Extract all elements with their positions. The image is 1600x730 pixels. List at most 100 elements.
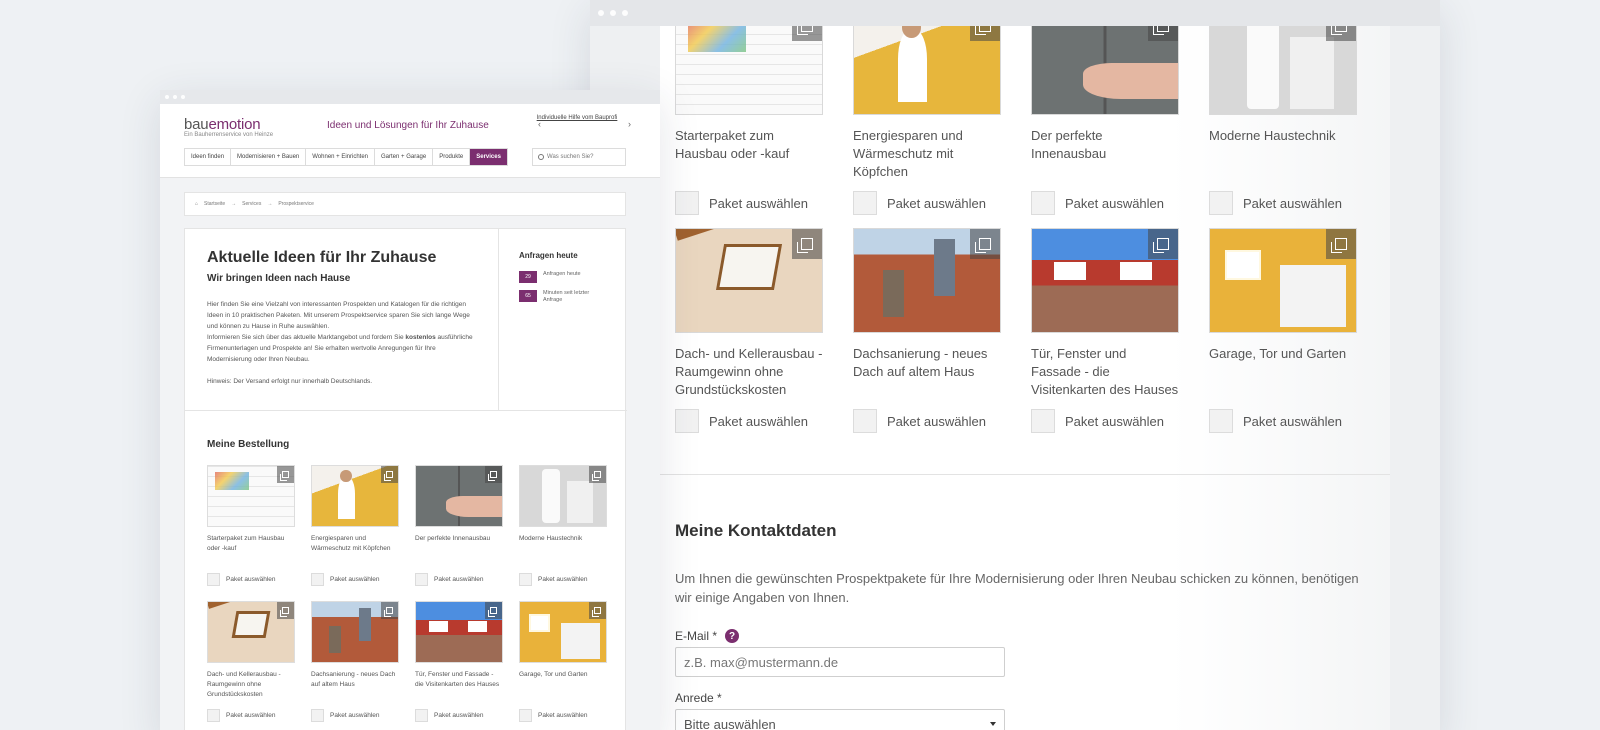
- copy-icon[interactable]: [381, 602, 398, 619]
- package-select[interactable]: Paket auswählen: [675, 191, 823, 215]
- copy-icon[interactable]: [381, 466, 398, 483]
- nav-item[interactable]: Wohnen + Einrichten: [306, 149, 376, 165]
- package-image[interactable]: [1209, 26, 1357, 115]
- copy-icon[interactable]: [485, 466, 502, 483]
- stat-label: Anfragen heute: [543, 271, 581, 277]
- package-image[interactable]: [675, 228, 823, 333]
- package-select[interactable]: Paket auswählen: [207, 709, 295, 722]
- package-select[interactable]: Paket auswählen: [207, 573, 295, 586]
- nav-item[interactable]: Modernisieren + Bauen: [231, 149, 307, 165]
- package-checkbox[interactable]: [1209, 191, 1233, 215]
- main-content: Aktuelle Ideen für Ihr Zuhause Wir bring…: [184, 228, 627, 730]
- package-image[interactable]: [311, 465, 399, 527]
- package-card: Tür, Fenster und Fassade - die Visitenka…: [415, 601, 503, 722]
- package-image[interactable]: [675, 26, 823, 115]
- copy-icon[interactable]: [970, 229, 1000, 259]
- copy-icon[interactable]: [1326, 229, 1356, 259]
- salutation-label-text: Anrede *: [675, 691, 722, 705]
- window-titlebar: [590, 0, 1440, 26]
- package-image[interactable]: [415, 465, 503, 527]
- package-checkbox[interactable]: [853, 409, 877, 433]
- package-select[interactable]: Paket auswählen: [519, 709, 607, 722]
- copy-icon[interactable]: [970, 26, 1000, 41]
- package-checkbox[interactable]: [519, 709, 532, 722]
- salutation-select[interactable]: Bitte auswählen: [675, 709, 1005, 730]
- package-select-label: Paket auswählen: [1243, 413, 1343, 429]
- package-image[interactable]: [1031, 26, 1179, 115]
- nav-item[interactable]: Garten + Garage: [375, 149, 434, 165]
- package-checkbox[interactable]: [415, 709, 428, 722]
- package-image[interactable]: [415, 601, 503, 663]
- package-checkbox[interactable]: [207, 709, 220, 722]
- browser-window-right: Starterpaket zum Hausbau oder -kauf Paket…: [590, 0, 1440, 730]
- search-input[interactable]: Was suchen Sie?: [532, 148, 626, 166]
- nav-item[interactable]: Ideen finden: [185, 149, 232, 165]
- package-image[interactable]: [1209, 228, 1357, 333]
- copy-icon[interactable]: [1148, 229, 1178, 259]
- package-image[interactable]: [1031, 228, 1179, 333]
- help-link[interactable]: Individuelle Hilfe vom Bauprofi: [532, 114, 622, 122]
- site-logo[interactable]: bauemotion Ein Bauherrenservice von Hein…: [184, 116, 273, 138]
- stat-item: 29 Anfragen heute: [519, 271, 609, 283]
- package-checkbox[interactable]: [853, 191, 877, 215]
- package-select[interactable]: Paket auswählen: [1209, 191, 1357, 215]
- package-select[interactable]: Paket auswählen: [311, 573, 399, 586]
- package-image[interactable]: [519, 465, 607, 527]
- package-title: Starterpaket zum Hausbau oder -kauf: [207, 535, 285, 552]
- package-select[interactable]: Paket auswählen: [853, 191, 1001, 215]
- breadcrumb-item[interactable]: Services: [242, 201, 261, 207]
- package-select[interactable]: Paket auswählen: [853, 409, 1001, 433]
- package-checkbox[interactable]: [207, 573, 220, 586]
- nav-item[interactable]: Produkte: [433, 149, 471, 165]
- stats-panel: Anfragen heute 29 Anfragen heute 65 Minu…: [499, 229, 627, 411]
- package-title: Energiesparen und Wärmeschutz mit Köpfch…: [311, 535, 391, 552]
- package-checkbox[interactable]: [311, 573, 324, 586]
- package-select[interactable]: Paket auswählen: [1031, 409, 1179, 433]
- package-image[interactable]: [853, 228, 1001, 333]
- help-icon[interactable]: ?: [725, 629, 740, 643]
- package-image[interactable]: [519, 601, 607, 663]
- salutation-label: Anrede *: [675, 691, 1375, 705]
- package-checkbox[interactable]: [311, 709, 324, 722]
- copy-icon[interactable]: [1326, 26, 1356, 41]
- package-image[interactable]: [311, 601, 399, 663]
- package-checkbox[interactable]: [675, 409, 699, 433]
- package-select[interactable]: Paket auswählen: [415, 709, 503, 722]
- package-checkbox[interactable]: [1209, 409, 1233, 433]
- site-header: bauemotion Ein Bauherrenservice von Hein…: [160, 104, 660, 178]
- copy-icon[interactable]: [485, 602, 502, 619]
- email-label: E-Mail * ?: [675, 629, 1375, 643]
- package-title: Tür, Fenster und Fassade - die Visitenka…: [415, 671, 500, 688]
- copy-icon[interactable]: [792, 229, 822, 259]
- package-image[interactable]: [207, 465, 295, 527]
- package-checkbox[interactable]: [519, 573, 532, 586]
- email-field[interactable]: z.B. max@mustermann.de: [675, 647, 1005, 677]
- package-select[interactable]: Paket auswählen: [1209, 409, 1357, 433]
- chevron-right-icon[interactable]: ›: [628, 119, 631, 129]
- package-checkbox[interactable]: [1031, 191, 1055, 215]
- logo-prefix: bau: [184, 116, 209, 133]
- copy-icon[interactable]: [277, 466, 294, 483]
- stat-value: 65: [519, 290, 537, 302]
- copy-icon[interactable]: [277, 602, 294, 619]
- package-select[interactable]: Paket auswählen: [415, 573, 503, 586]
- copy-icon[interactable]: [1148, 26, 1178, 41]
- package-select[interactable]: Paket auswählen: [675, 409, 823, 433]
- package-grid-row-2: Dach- und Kellerausbau - Raumgewinn ohne…: [675, 228, 1375, 433]
- package-select[interactable]: Paket auswählen: [519, 573, 607, 586]
- copy-icon[interactable]: [792, 26, 822, 41]
- package-checkbox[interactable]: [675, 191, 699, 215]
- home-icon: ⌂: [195, 201, 199, 207]
- copy-icon[interactable]: [589, 602, 606, 619]
- package-card: Starterpaket zum Hausbau oder -kauf Paket…: [207, 465, 295, 586]
- nav-item[interactable]: Services: [470, 149, 507, 165]
- package-select[interactable]: Paket auswählen: [1031, 191, 1179, 215]
- copy-icon[interactable]: [589, 466, 606, 483]
- package-image[interactable]: [853, 26, 1001, 115]
- package-image[interactable]: [207, 601, 295, 663]
- package-checkbox[interactable]: [1031, 409, 1055, 433]
- order-title: Meine Bestellung: [207, 439, 290, 450]
- breadcrumb-item[interactable]: Startseite: [204, 201, 225, 207]
- package-checkbox[interactable]: [415, 573, 428, 586]
- package-select[interactable]: Paket auswählen: [311, 709, 399, 722]
